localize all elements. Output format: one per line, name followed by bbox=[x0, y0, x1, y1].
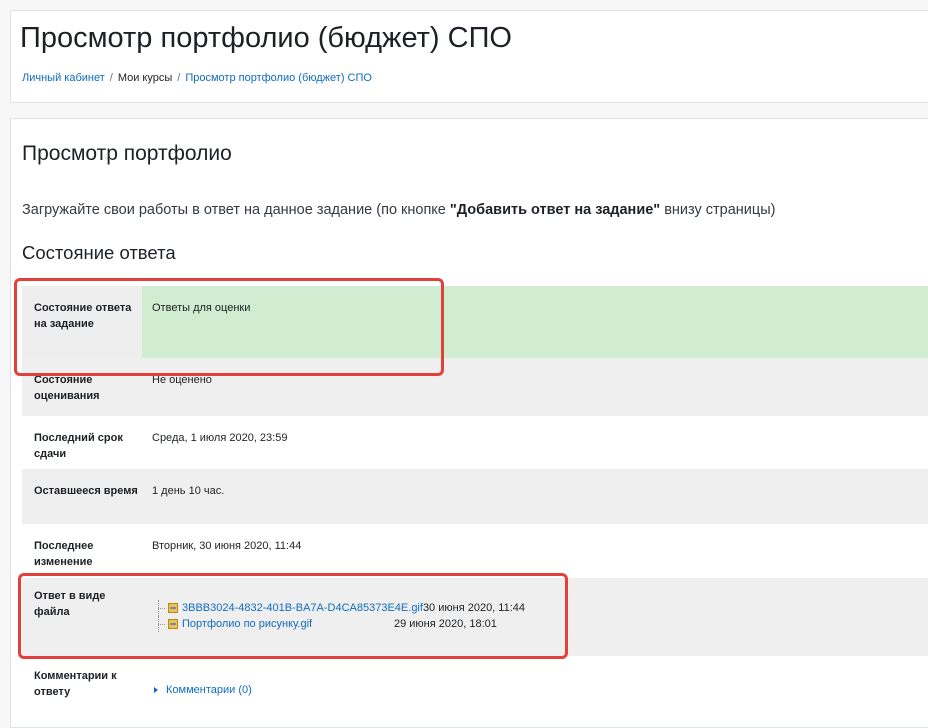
row-label: Последний срок сдачи bbox=[22, 416, 142, 469]
comments-toggle[interactable]: Комментарии (0) bbox=[142, 682, 928, 698]
table-row: Последнее изменение Вторник, 30 июня 202… bbox=[22, 524, 928, 578]
row-label: Комментарии к ответу bbox=[22, 656, 142, 720]
table-row: Состояние ответа на задание Ответы для о… bbox=[22, 286, 928, 358]
table-row: Состояние оценивания Не оценено bbox=[22, 358, 928, 416]
assignment-heading: Просмотр портфолио bbox=[22, 142, 232, 165]
row-label: Последнее изменение bbox=[22, 524, 142, 578]
breadcrumb: Личный кабинет / Мои курсы / Просмотр портфо… bbox=[22, 72, 372, 84]
file-link[interactable]: Портфолио по рисунку.gif bbox=[182, 616, 394, 632]
breadcrumb-course-link[interactable]: Просмотр портфолио (бюджет) СПО bbox=[185, 72, 372, 84]
row-label: Состояние ответа на задание bbox=[22, 286, 142, 358]
image-file-icon bbox=[168, 619, 178, 629]
submission-status-heading: Состояние ответа bbox=[22, 242, 176, 263]
row-value: Комментарии (0) bbox=[142, 656, 928, 720]
assignment-intro: Загружайте свои работы в ответ на данное… bbox=[22, 202, 776, 218]
row-value: Вторник, 30 июня 2020, 11:44 bbox=[142, 524, 928, 578]
breadcrumb-my-courses: Мои курсы bbox=[117, 72, 173, 84]
row-value: Ответы для оценки bbox=[142, 286, 928, 358]
row-label: Состояние оценивания bbox=[22, 358, 142, 416]
table-row: Комментарии к ответу Комментарии (0) bbox=[22, 656, 928, 720]
file-item: Портфолио по рисунку.gif 29 июня 2020, 1… bbox=[152, 616, 928, 632]
file-link[interactable]: 3BBB3024-4832-401B-BA7A-D4CA85373E4E.gif bbox=[182, 600, 423, 616]
row-value: 1 день 10 час. bbox=[142, 469, 928, 524]
file-item: 3BBB3024-4832-401B-BA7A-D4CA85373E4E.gif… bbox=[152, 600, 928, 616]
submission-status-table: Состояние ответа на задание Ответы для о… bbox=[22, 286, 928, 720]
table-row: Оставшееся время 1 день 10 час. bbox=[22, 469, 928, 524]
page-title: Просмотр портфолио (бюджет) СПО bbox=[20, 22, 512, 54]
expand-caret-icon bbox=[154, 687, 158, 693]
comments-link[interactable]: Комментарии (0) bbox=[166, 682, 252, 698]
row-label: Оставшееся время bbox=[22, 469, 142, 524]
file-date: 29 июня 2020, 18:01 bbox=[394, 618, 497, 630]
table-row: Ответ в виде файла 3BBB3024-4832-401B-BA… bbox=[22, 578, 928, 656]
image-file-icon bbox=[168, 603, 178, 613]
row-value: 3BBB3024-4832-401B-BA7A-D4CA85373E4E.gif… bbox=[142, 578, 928, 656]
row-label: Ответ в виде файла bbox=[22, 578, 142, 656]
file-tree: 3BBB3024-4832-401B-BA7A-D4CA85373E4E.gif… bbox=[152, 600, 928, 632]
row-value: Не оценено bbox=[142, 358, 928, 416]
table-row: Последний срок сдачи Среда, 1 июля 2020,… bbox=[22, 416, 928, 469]
breadcrumb-dashboard-link[interactable]: Личный кабинет bbox=[22, 72, 105, 84]
file-date: 30 июня 2020, 11:44 bbox=[422, 602, 526, 614]
row-value: Среда, 1 июля 2020, 23:59 bbox=[142, 416, 928, 469]
